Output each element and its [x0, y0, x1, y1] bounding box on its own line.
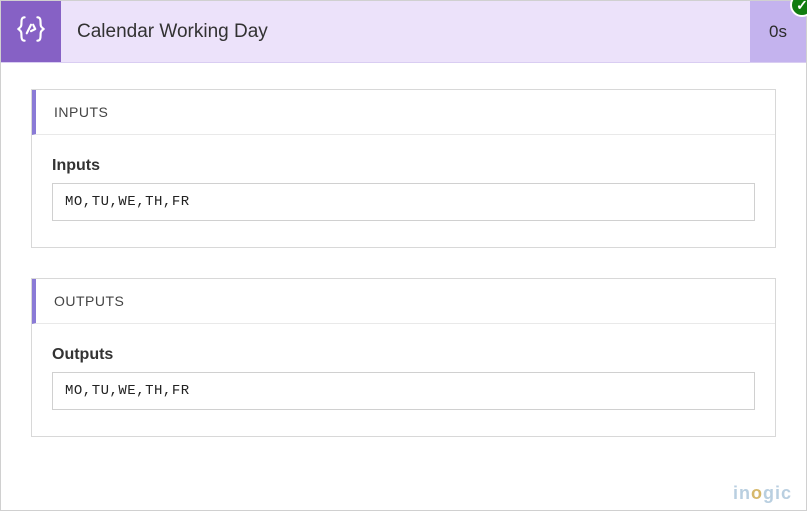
- inputs-panel: INPUTS Inputs MO,TU,WE,TH,FR: [31, 89, 776, 248]
- outputs-panel: OUTPUTS Outputs MO,TU,WE,TH,FR: [31, 278, 776, 437]
- card-body: INPUTS Inputs MO,TU,WE,TH,FR OUTPUTS Out…: [1, 63, 806, 477]
- inputs-panel-body: Inputs MO,TU,WE,TH,FR: [32, 135, 775, 247]
- outputs-field-value[interactable]: MO,TU,WE,TH,FR: [52, 372, 755, 410]
- card-header[interactable]: Calendar Working Day 0s: [1, 1, 806, 63]
- action-icon-container: [1, 1, 61, 62]
- inputs-field-label: Inputs: [52, 157, 755, 175]
- inputs-section-label: INPUTS: [32, 90, 775, 135]
- inputs-field-value[interactable]: MO,TU,WE,TH,FR: [52, 183, 755, 221]
- outputs-panel-body: Outputs MO,TU,WE,TH,FR: [32, 324, 775, 436]
- watermark-pre: in: [733, 483, 751, 503]
- watermark-post: gic: [763, 483, 792, 503]
- action-title: Calendar Working Day: [61, 1, 750, 62]
- watermark: inogic: [733, 483, 792, 504]
- outputs-field-label: Outputs: [52, 346, 755, 364]
- action-run-card: Calendar Working Day 0s INPUTS Inputs MO…: [0, 0, 807, 511]
- watermark-accent: o: [751, 483, 763, 503]
- outputs-section-label: OUTPUTS: [32, 279, 775, 324]
- compose-braces-icon: [14, 12, 48, 51]
